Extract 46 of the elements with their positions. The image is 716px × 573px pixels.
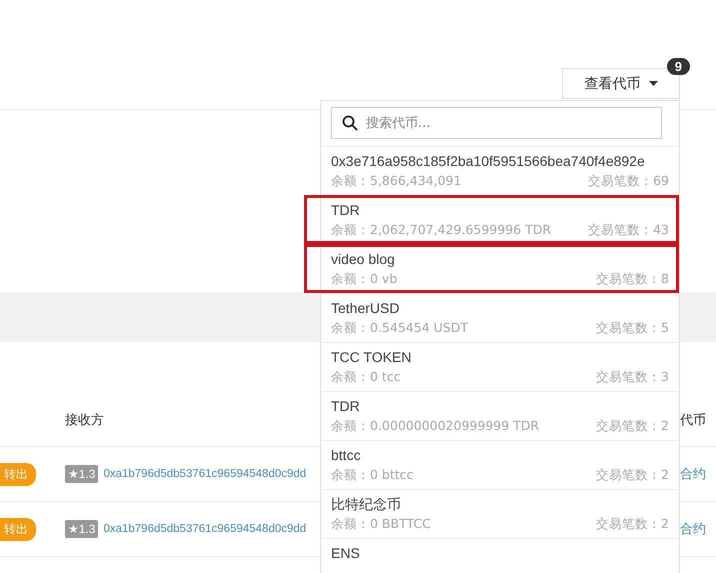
transaction-count: 交易笔数：69 <box>588 173 669 190</box>
token-balance: 余额：0 bttcc <box>331 467 414 484</box>
token-balance: 余额：0.545454 USDT <box>331 320 468 337</box>
token-list-item[interactable]: ENS <box>304 538 679 573</box>
token-list-item[interactable]: TDR 余额：2,062,707,429.6599996 TDR 交易笔数：43 <box>304 195 679 244</box>
rank-tag: ★1.3 <box>65 465 98 483</box>
column-header: 代币 <box>680 412 707 429</box>
contract-link[interactable]: 合约 <box>680 465 716 483</box>
token-balance: 余额：0 vb <box>331 271 398 288</box>
token-name[interactable]: ENS <box>331 544 669 562</box>
transaction-count: 交易笔数：8 <box>596 271 669 288</box>
caret-icon <box>648 81 658 86</box>
search-field[interactable]: 搜索代币... <box>331 107 662 139</box>
column-header: 接收方 <box>65 412 105 429</box>
token-name[interactable]: TCC TOKEN <box>331 348 669 366</box>
direction-tag: 转出 <box>0 518 36 540</box>
token-list-item[interactable]: TCC TOKEN 余额：0 tcc 交易笔数：3 <box>304 342 679 391</box>
token-list-item[interactable]: video blog 余额：0 vb 交易笔数：8 <box>304 244 679 293</box>
token-list-item[interactable]: 0x3e716a958c185f2ba10f5951566bea740f4e892e 余额：5,866,434,091 交易笔数：69 <box>304 146 679 195</box>
count-badge: 9 <box>666 58 690 75</box>
token-balance: 余额：5,866,434,091 <box>331 173 462 190</box>
transaction-count: 交易笔数：2 <box>596 418 669 435</box>
token-list-item[interactable]: TDR 余额：0.0000000020999999 TDR 交易笔数：2 <box>304 391 679 440</box>
token-name[interactable]: TDR <box>331 397 669 415</box>
token-name[interactable]: TetherUSD <box>331 299 669 317</box>
token-balance: 余额：2,062,707,429.6599996 TDR <box>331 222 552 239</box>
token-name[interactable]: 0x3e716a958c185f2ba10f5951566bea740f4e892e <box>331 152 669 170</box>
transaction-count: 交易笔数：2 <box>596 467 669 484</box>
token-balance: 余额：0 BBTTCC <box>331 516 431 533</box>
token-balance: 余额：0 tcc <box>331 369 401 386</box>
direction-tag: 转出 <box>0 462 36 486</box>
transaction-count: 交易笔数：3 <box>596 369 669 386</box>
token-list-item[interactable]: bttcc 余额：0 bttcc 交易笔数：2 <box>304 440 679 489</box>
transaction-count: 交易笔数：2 <box>596 516 669 533</box>
rank-tag: ★1.3 <box>65 520 98 538</box>
token-balance: 余额：0.0000000020999999 TDR <box>331 418 540 435</box>
contract-link[interactable]: 合约 <box>680 520 716 538</box>
token-name[interactable]: 比特纪念币 <box>331 495 669 513</box>
search-icon <box>342 115 358 131</box>
token-list-item[interactable]: TetherUSD 余额：0.545454 USDT 交易笔数：5 <box>304 293 679 342</box>
token-name[interactable]: TDR <box>331 201 669 219</box>
transaction-count: 交易笔数：43 <box>588 222 669 239</box>
transaction-count: 交易笔数：5 <box>596 320 669 337</box>
token-name[interactable]: bttcc <box>331 446 669 464</box>
token-list-item[interactable]: 比特纪念币 余额：0 BBTTCC 交易笔数：2 <box>304 489 679 538</box>
token-name[interactable]: video blog <box>331 250 669 268</box>
